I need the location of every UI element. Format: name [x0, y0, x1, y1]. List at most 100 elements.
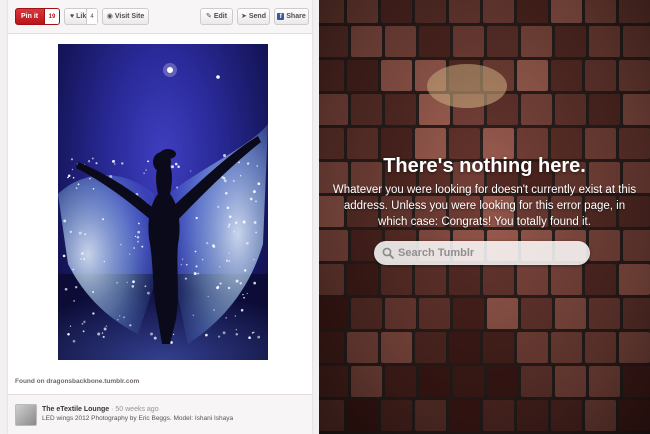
led-light [83, 257, 86, 261]
led-light [212, 245, 216, 248]
pin-card: Pin it 19 ♥ Like 4 ◉ Visit Site ✎ Edit ➤… [8, 0, 312, 434]
led-light [253, 258, 255, 261]
led-light [89, 177, 91, 180]
led-light [180, 263, 183, 266]
led-light [102, 218, 105, 221]
led-light [232, 180, 235, 182]
led-light [81, 322, 84, 325]
led-light [176, 186, 179, 189]
tumblr-error-panel: There's nothing here. Whatever you were … [319, 0, 650, 434]
search-box[interactable] [374, 241, 590, 265]
led-light [67, 174, 71, 177]
led-light [132, 280, 135, 284]
led-light [257, 182, 261, 186]
globe-icon: ◉ [106, 13, 113, 20]
led-light [222, 331, 226, 335]
led-light [116, 282, 118, 284]
like-button[interactable]: ♥ Like 4 [64, 8, 98, 25]
led-light [80, 252, 84, 256]
led-light [238, 161, 240, 164]
led-light [184, 277, 188, 280]
visit-site-button[interactable]: ◉ Visit Site [102, 8, 149, 25]
led-light [235, 329, 237, 331]
pin-image[interactable] [58, 44, 268, 360]
send-button[interactable]: ➤ Send [237, 8, 270, 25]
led-light [69, 325, 72, 327]
led-light [195, 216, 198, 220]
pin-it-button[interactable]: Pin it 19 [15, 8, 60, 25]
share-label: Share [286, 13, 306, 20]
led-light [123, 316, 126, 319]
led-light [73, 300, 75, 302]
pinterest-panel: Pin it 19 ♥ Like 4 ◉ Visit Site ✎ Edit ➤… [0, 0, 319, 434]
led-light [186, 264, 188, 266]
led-light [252, 190, 256, 194]
source-line: The eTextile Lounge · 50 weeks ago [42, 406, 159, 413]
led-light [105, 325, 108, 327]
led-light [129, 324, 132, 327]
led-light [228, 260, 231, 262]
led-light [67, 332, 70, 336]
led-light [256, 165, 259, 167]
led-light [75, 187, 78, 190]
source-time: · 50 weeks ago [111, 406, 159, 413]
led-light [92, 187, 95, 190]
led-light [171, 165, 174, 169]
led-light [227, 286, 231, 290]
led-light [235, 333, 239, 336]
share-button[interactable]: f Share [274, 8, 309, 25]
led-light [119, 315, 121, 317]
pin-toolbar: Pin it 19 ♥ Like 4 ◉ Visit Site ✎ Edit ➤… [8, 0, 312, 34]
led-light [251, 331, 254, 334]
like-count: 4 [86, 9, 97, 24]
led-light [174, 162, 178, 166]
search-icon [382, 247, 394, 259]
led-light [235, 279, 239, 283]
led-light [223, 154, 226, 157]
led-light [67, 176, 69, 179]
led-light [219, 282, 222, 285]
source-name-link[interactable]: The eTextile Lounge [42, 406, 109, 413]
led-light [216, 285, 220, 289]
search-input[interactable] [398, 241, 584, 265]
led-light [87, 160, 91, 163]
led-light [147, 291, 150, 295]
led-light [131, 285, 135, 288]
led-light [70, 158, 74, 161]
led-light [133, 247, 135, 249]
led-light [239, 175, 242, 177]
led-light [249, 197, 253, 201]
led-light [143, 172, 145, 174]
led-light [69, 230, 72, 234]
led-light [137, 240, 139, 243]
led-light [177, 165, 180, 168]
led-light [255, 200, 257, 203]
led-light [120, 243, 122, 246]
led-light [121, 162, 124, 165]
led-light [228, 252, 230, 254]
found-on-text[interactable]: Found on dragonsbackbone.tumblr.com [15, 378, 139, 385]
led-light [92, 312, 95, 315]
led-wings-photo [58, 63, 268, 360]
led-light [71, 168, 74, 171]
led-light [72, 339, 76, 343]
led-light [193, 272, 197, 276]
led-light [62, 254, 66, 258]
send-arrow-icon: ➤ [241, 13, 247, 20]
led-light [195, 265, 198, 268]
led-light [101, 332, 104, 334]
led-light [128, 253, 131, 255]
edit-button[interactable]: ✎ Edit [200, 8, 233, 25]
led-light [113, 163, 116, 165]
led-light [242, 293, 244, 296]
avatar[interactable] [15, 404, 37, 426]
led-light [91, 157, 94, 160]
led-light [223, 179, 227, 183]
pin-attribution: The eTextile Lounge · 50 weeks ago LED w… [8, 395, 312, 434]
led-light [83, 320, 86, 324]
led-light [126, 281, 128, 284]
led-light [112, 159, 115, 163]
led-light [257, 335, 261, 339]
led-light [117, 319, 119, 321]
led-light [138, 222, 140, 225]
